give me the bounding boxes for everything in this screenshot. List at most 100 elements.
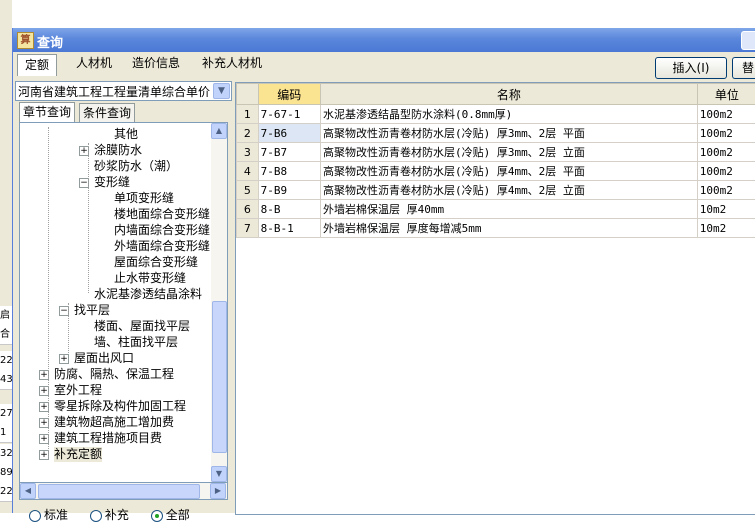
unit-cell[interactable]: 10m2 (697, 200, 755, 219)
radio-all[interactable]: 全部 (151, 508, 190, 522)
tree-node-chapter[interactable]: 建筑工程措施项目费 (54, 431, 162, 446)
empty-cell (320, 418, 697, 436)
tree-guide-line (48, 127, 49, 457)
tree-node-item[interactable]: 单项变形缝 (114, 191, 174, 206)
unit-cell[interactable]: 100m2 (697, 143, 755, 162)
unit-cell[interactable]: 100m2 (697, 105, 755, 124)
name-cell[interactable]: 高聚物改性沥青卷材防水层(冷贴) 厚3mm、2层 立面 (320, 143, 697, 162)
empty-cell (697, 328, 755, 346)
code-cell[interactable]: 7-B6 (258, 124, 320, 143)
table-row[interactable]: 27-B6高聚物改性沥青卷材防水层(冷贴) 厚3mm、2层 平面100m2 (237, 124, 755, 143)
empty-cell (237, 346, 259, 364)
tree-node-item[interactable]: 其他 (114, 127, 138, 142)
column-header-code[interactable]: 编码 (258, 84, 320, 105)
table-row[interactable]: 57-B9高聚物改性沥青卷材防水层(冷贴) 厚4mm、2层 立面100m2 (237, 181, 755, 200)
chevron-down-icon[interactable]: ▼ (213, 83, 230, 99)
scroll-left-icon[interactable]: ◀ (20, 483, 36, 499)
tree-node-section[interactable]: 屋面出风口 (74, 351, 134, 366)
radio-standard-circle[interactable] (29, 510, 41, 522)
scroll-right-icon[interactable]: ▶ (210, 483, 226, 499)
scroll-down-icon[interactable]: ▼ (211, 466, 227, 482)
empty-cell (320, 238, 697, 257)
tree-node-chapter[interactable]: 补充定额 (54, 447, 102, 462)
code-cell[interactable]: 7-B9 (258, 181, 320, 200)
tree-node-subsection[interactable]: 楼面、屋面找平层 (94, 319, 190, 334)
empty-cell (237, 256, 259, 274)
code-cell[interactable]: 8-B-1 (258, 219, 320, 238)
code-cell[interactable]: 7-B8 (258, 162, 320, 181)
name-cell[interactable]: 水泥基渗透结晶型防水涂料(0.8mm厚) (320, 105, 697, 124)
empty-cell (320, 292, 697, 310)
name-cell[interactable]: 高聚物改性沥青卷材防水层(冷贴) 厚4mm、2层 立面 (320, 181, 697, 200)
tree-node-subsection[interactable]: 水泥基渗透结晶涂料 (94, 287, 202, 302)
name-cell[interactable]: 外墙岩棉保温层 厚40mm (320, 200, 697, 219)
tree-node-chapter[interactable]: 防腐、隔热、保温工程 (54, 367, 174, 382)
radio-all-circle[interactable] (151, 510, 163, 522)
empty-cell (258, 238, 320, 257)
tab-buchong-rencaiji[interactable]: 补充人材机 (195, 53, 269, 74)
tree-node-subsection[interactable]: 涂膜防水 (94, 143, 142, 158)
row-number-cell: 2 (237, 124, 259, 143)
unit-cell[interactable]: 10m2 (697, 219, 755, 238)
unit-cell[interactable]: 100m2 (697, 124, 755, 143)
radio-supplement[interactable]: 补充 (90, 508, 129, 522)
empty-cell (258, 382, 320, 400)
table-row[interactable]: 78-B-1外墙岩棉保温层 厚度每增减5mm10m2 (237, 219, 755, 238)
tree-horizontal-scrollbar[interactable]: ◀ ▶ (19, 483, 228, 500)
insert-button[interactable]: 插入(I) (655, 57, 727, 79)
name-cell[interactable]: 高聚物改性沥青卷材防水层(冷贴) 厚3mm、2层 平面 (320, 124, 697, 143)
code-cell[interactable]: 7-67-1 (258, 105, 320, 124)
empty-row (237, 328, 755, 346)
empty-cell (320, 346, 697, 364)
hscroll-thumb[interactable] (38, 484, 200, 499)
tree-node-item[interactable]: 屋面综合变形缝 (114, 255, 198, 270)
tab-condition-query[interactable]: 条件查询 (79, 103, 135, 122)
empty-cell (320, 436, 697, 454)
tab-chapter-query[interactable]: 章节查询 (19, 102, 75, 122)
tree-node-subsection[interactable]: 砂浆防水（潮） (94, 159, 178, 174)
tree-node-item[interactable]: 楼地面综合变形缝 (114, 207, 210, 222)
table-row[interactable]: 47-B8高聚物改性沥青卷材防水层(冷贴) 厚4mm、2层 平面100m2 (237, 162, 755, 181)
tree-node-subsection[interactable]: 变形缝 (94, 175, 130, 190)
empty-cell (237, 364, 259, 382)
column-header-unit[interactable]: 单位 (697, 84, 755, 105)
column-header-name[interactable]: 名称 (320, 84, 697, 105)
row-number-cell: 5 (237, 181, 259, 200)
tree-vertical-scrollbar[interactable]: ▲ ▼ (211, 123, 227, 482)
empty-row (237, 256, 755, 274)
code-cell[interactable]: 8-B (258, 200, 320, 219)
tab-rencaiji[interactable]: 人材机 (69, 53, 119, 74)
empty-row (237, 274, 755, 292)
name-cell[interactable]: 高聚物改性沥青卷材防水层(冷贴) 厚4mm、2层 平面 (320, 162, 697, 181)
title-bar[interactable]: 算 查询 (13, 28, 755, 52)
tree-node-section[interactable]: 找平层 (74, 303, 110, 318)
scroll-up-icon[interactable]: ▲ (211, 123, 227, 139)
radio-standard[interactable]: 标准 (29, 508, 68, 522)
tree-node-chapter[interactable]: 室外工程 (54, 383, 102, 398)
minimize-button[interactable] (741, 31, 755, 50)
background-row: 22 (0, 351, 12, 371)
tab-dinge[interactable]: 定额 (17, 54, 57, 76)
table-row[interactable]: 68-B外墙岩棉保温层 厚40mm10m2 (237, 200, 755, 219)
expand-icon[interactable]: + (59, 354, 69, 364)
code-cell[interactable]: 7-B7 (258, 143, 320, 162)
tree-node-item[interactable]: 内墙面综合变形缝 (114, 223, 210, 238)
tree-node-chapter[interactable]: 零星拆除及构件加固工程 (54, 399, 186, 414)
radio-supplement-circle[interactable] (90, 510, 102, 522)
unit-cell[interactable]: 100m2 (697, 181, 755, 200)
tree-node-item[interactable]: 止水带变形缝 (114, 271, 186, 286)
tree-node-chapter[interactable]: 建筑物超高施工增加费 (54, 415, 174, 430)
tab-zaojia-info[interactable]: 造价信息 (125, 53, 187, 74)
empty-row (237, 400, 755, 418)
name-cell[interactable]: 外墙岩棉保温层 厚度每增减5mm (320, 219, 697, 238)
unit-cell[interactable]: 100m2 (697, 162, 755, 181)
replace-button[interactable]: 替 (732, 57, 755, 79)
empty-cell (237, 436, 259, 454)
table-row[interactable]: 37-B7高聚物改性沥青卷材防水层(冷贴) 厚3mm、2层 立面100m2 (237, 143, 755, 162)
empty-cell (320, 256, 697, 274)
tree-node-subsection[interactable]: 墙、柱面找平层 (94, 335, 178, 350)
table-row[interactable]: 17-67-1水泥基渗透结晶型防水涂料(0.8mm厚)100m2 (237, 105, 755, 124)
quota-library-select[interactable]: 河南省建筑工程工程量清单综合单价 ▼ (15, 81, 232, 101)
tree-node-item[interactable]: 外墙面综合变形缝 (114, 239, 210, 254)
scroll-thumb[interactable] (212, 301, 227, 453)
